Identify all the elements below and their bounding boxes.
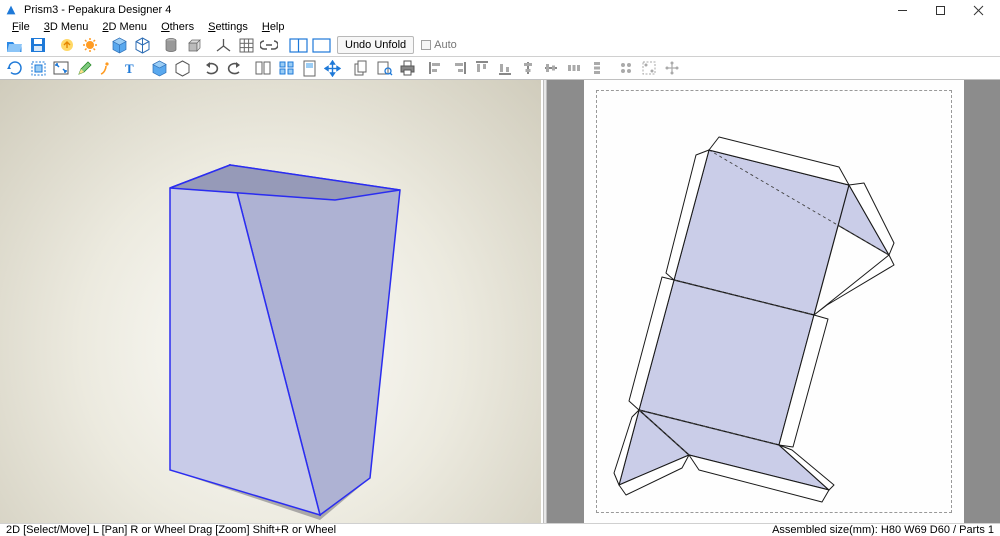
menu-3d[interactable]: 3D Menu: [38, 20, 95, 34]
print-preview-icon[interactable]: [373, 58, 395, 78]
prism-3d: [0, 80, 543, 520]
align-3-icon[interactable]: [471, 58, 493, 78]
paper-margin: [596, 90, 952, 513]
svg-text:T: T: [125, 61, 134, 76]
save-icon[interactable]: [27, 35, 49, 55]
align-2-icon[interactable]: [448, 58, 470, 78]
redo-icon[interactable]: [223, 58, 245, 78]
close-button[interactable]: [960, 0, 996, 20]
pages-icon[interactable]: [252, 58, 274, 78]
toolbar-row-2: T: [0, 57, 1000, 79]
rotate-tool-icon[interactable]: [4, 58, 26, 78]
move-icon[interactable]: [321, 58, 343, 78]
unfold-icon[interactable]: [56, 35, 78, 55]
page-setup-icon[interactable]: [298, 58, 320, 78]
align-4-icon[interactable]: [494, 58, 516, 78]
minimize-button[interactable]: [884, 0, 920, 20]
fit-tool-icon[interactable]: [50, 58, 72, 78]
align-1-icon[interactable]: [425, 58, 447, 78]
cube2-icon[interactable]: [183, 35, 205, 55]
viewport-2d[interactable]: [547, 80, 1000, 523]
text-tool-icon[interactable]: T: [119, 58, 141, 78]
select-tool-icon[interactable]: [27, 58, 49, 78]
grid-icon[interactable]: [235, 35, 257, 55]
app-icon: [4, 3, 18, 17]
status-left: 2D [Select/Move] L [Pan] R or Wheel Drag…: [6, 524, 336, 536]
status-right: Assembled size(mm): H80 W69 D60 / Parts …: [772, 524, 994, 536]
cube-solid-icon[interactable]: [108, 35, 130, 55]
sun-icon[interactable]: [79, 35, 101, 55]
menubar: File 3D Menu 2D Menu Others Settings Hel…: [0, 20, 1000, 34]
axes-icon[interactable]: [212, 35, 234, 55]
align-5-icon[interactable]: [517, 58, 539, 78]
open-icon[interactable]: [4, 35, 26, 55]
menu-2d[interactable]: 2D Menu: [96, 20, 153, 34]
menu-others[interactable]: Others: [155, 20, 200, 34]
undo-icon[interactable]: [200, 58, 222, 78]
group-3-icon[interactable]: [661, 58, 683, 78]
window-controls: [884, 0, 996, 20]
workspace: [0, 79, 1000, 523]
layout-single-icon[interactable]: [310, 35, 332, 55]
auto-checkbox[interactable]: Auto: [421, 39, 457, 51]
link-icon[interactable]: [258, 35, 280, 55]
dist-1-icon[interactable]: [563, 58, 585, 78]
cube-wire-icon[interactable]: [131, 35, 153, 55]
undo-unfold-button[interactable]: Undo Unfold: [337, 36, 414, 54]
layout-split-icon[interactable]: [287, 35, 309, 55]
group-2-icon[interactable]: [638, 58, 660, 78]
statusbar: 2D [Select/Move] L [Pan] R or Wheel Drag…: [0, 523, 1000, 536]
paper-sheet: [584, 80, 964, 523]
cut-tool-icon[interactable]: [96, 58, 118, 78]
print-icon[interactable]: [396, 58, 418, 78]
maximize-button[interactable]: [922, 0, 958, 20]
dist-2-icon[interactable]: [586, 58, 608, 78]
cube3-icon[interactable]: [148, 58, 170, 78]
menu-file[interactable]: File: [6, 20, 36, 34]
cube4-icon[interactable]: [171, 58, 193, 78]
group-1-icon[interactable]: [615, 58, 637, 78]
toolbar-row-1: Undo Unfold Auto: [0, 34, 1000, 57]
pencil-icon[interactable]: [73, 58, 95, 78]
align-6-icon[interactable]: [540, 58, 562, 78]
arrange-icon[interactable]: [275, 58, 297, 78]
auto-label: Auto: [434, 39, 457, 51]
copy-icon[interactable]: [350, 58, 372, 78]
titlebar: Prism3 - Pepakura Designer 4: [0, 0, 1000, 20]
menu-help[interactable]: Help: [256, 20, 291, 34]
menu-settings[interactable]: Settings: [202, 20, 254, 34]
window-title: Prism3 - Pepakura Designer 4: [24, 4, 884, 16]
viewport-3d[interactable]: [0, 80, 543, 523]
cylinder-icon[interactable]: [160, 35, 182, 55]
